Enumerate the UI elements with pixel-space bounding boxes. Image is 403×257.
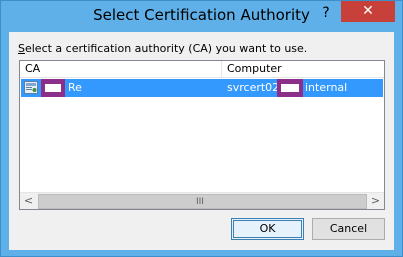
title-bar[interactable]: Select Certification Authority ? ✕: [1, 1, 402, 32]
computer-domain-cell: internal: [305, 81, 348, 94]
list-header: CA Computer: [20, 61, 384, 78]
focus-rect: [233, 220, 302, 238]
scrollbar-thumb[interactable]: III: [38, 194, 367, 209]
instruction-text: elect a certification authority (CA) you…: [24, 42, 308, 55]
cancel-button[interactable]: Cancel: [312, 218, 385, 240]
computer-name-cell: svrcert02.: [227, 81, 283, 94]
instruction-label: Select a certification authority (CA) yo…: [18, 42, 307, 55]
certificate-server-icon: [24, 81, 38, 94]
dialog-body: Select a certification authority (CA) yo…: [9, 32, 394, 250]
ca-name-cell: Re: [68, 81, 82, 94]
list-item[interactable]: Re svrcert02. internal: [21, 79, 383, 97]
ok-button[interactable]: OK: [231, 218, 304, 240]
scroll-left-arrow-icon[interactable]: <: [20, 193, 37, 210]
scroll-grip-icon: III: [196, 197, 204, 207]
horizontal-scrollbar[interactable]: < III >: [20, 192, 384, 209]
instruction-accelerator: S: [18, 42, 25, 55]
help-button[interactable]: ?: [316, 4, 336, 22]
close-button[interactable]: ✕: [341, 1, 395, 22]
redaction-mark: [277, 79, 303, 97]
dialog-window: Select Certification Authority ? ✕ Selec…: [0, 0, 403, 257]
scroll-right-arrow-icon[interactable]: >: [367, 193, 384, 210]
redaction-mark: [41, 79, 65, 97]
ca-list[interactable]: CA Computer Re svrcert02. internal < III…: [19, 60, 385, 210]
column-header-computer[interactable]: Computer: [222, 61, 384, 78]
column-header-ca[interactable]: CA: [20, 61, 222, 78]
